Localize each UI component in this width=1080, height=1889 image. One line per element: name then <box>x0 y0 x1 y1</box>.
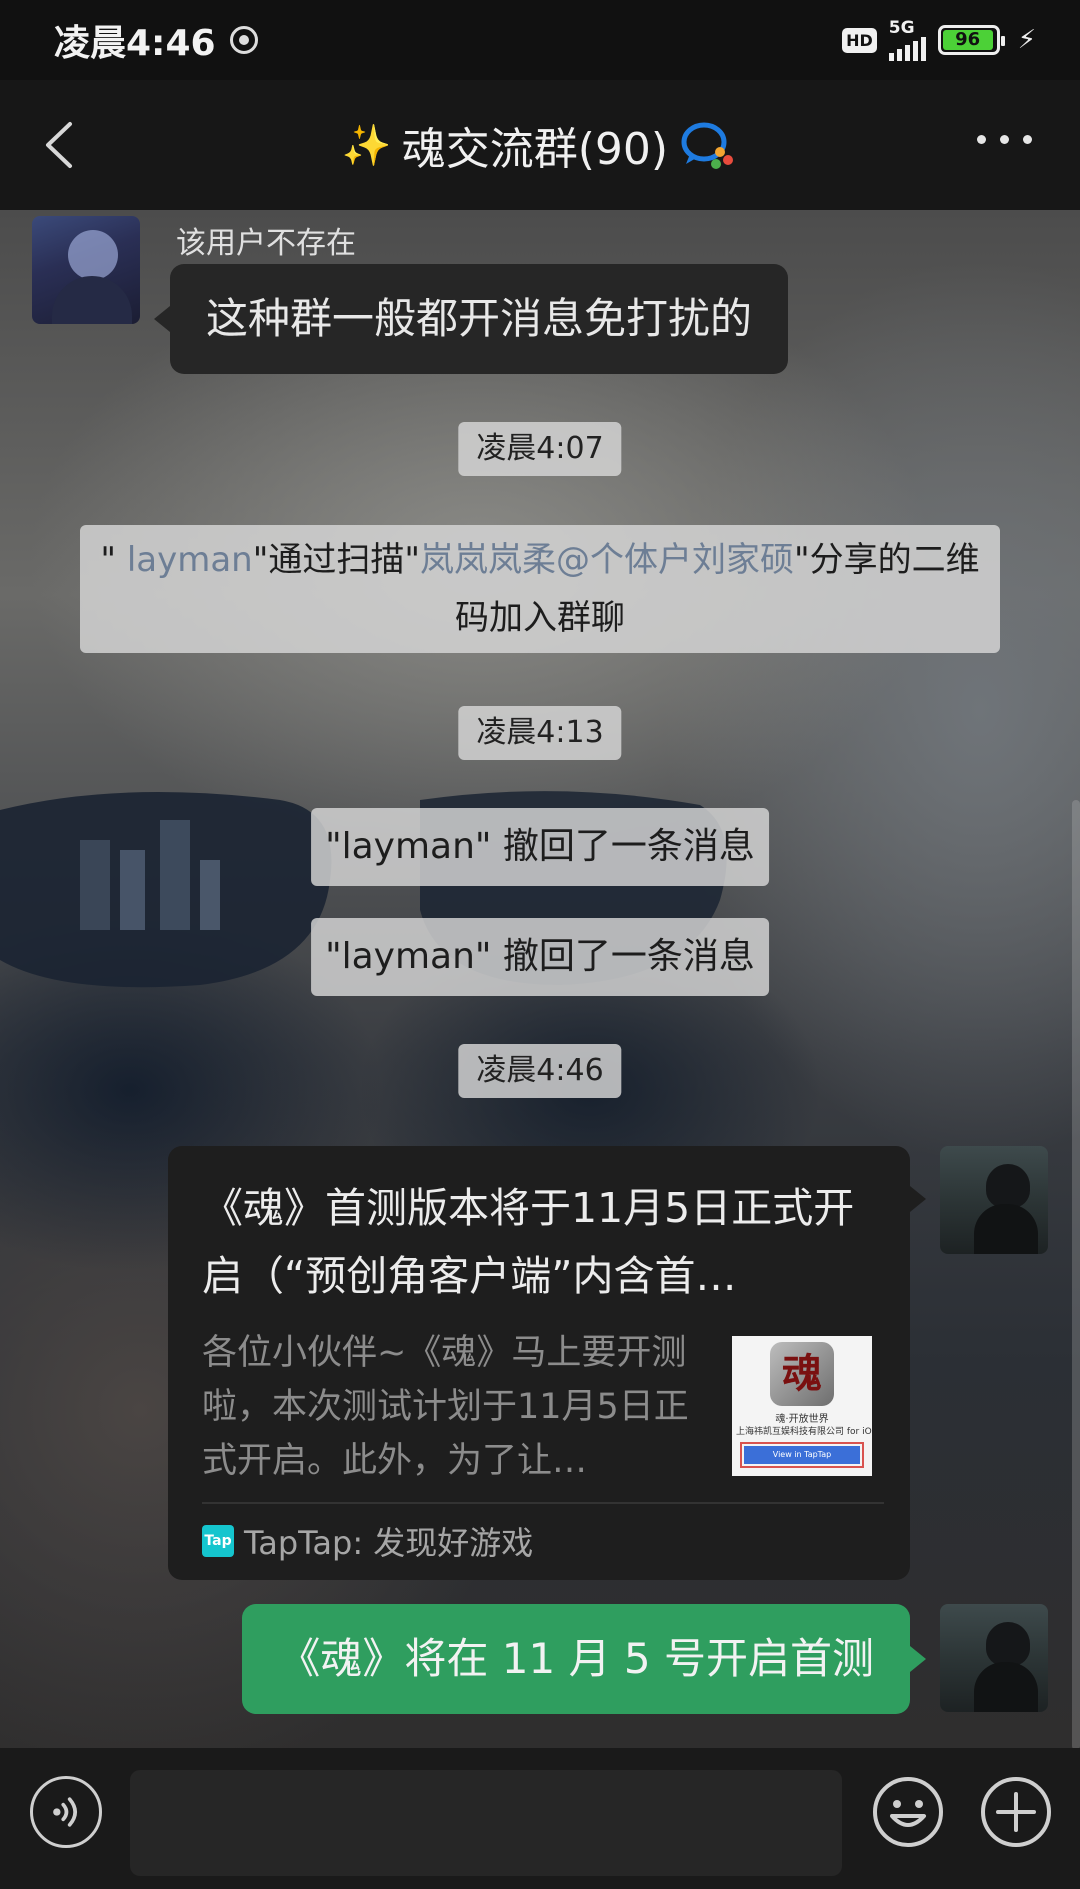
status-icons: HD 5G 96 ⚡ <box>842 17 1036 61</box>
recall-notice: "layman" 撤回了一条消息 <box>311 918 769 996</box>
chat-area[interactable]: 该用户不存在 这种群一般都开消息免打扰的 凌晨4:07 " layman"通过扫… <box>0 210 1080 1748</box>
emoji-icon[interactable] <box>872 1776 944 1848</box>
thumb-taptap-button: View in TapTap <box>740 1442 864 1468</box>
sender-avatar[interactable] <box>32 216 140 324</box>
scrollbar[interactable] <box>1072 800 1080 1748</box>
battery-level: 96 <box>942 30 993 50</box>
taptap-icon: Tap <box>202 1525 234 1557</box>
outgoing-message[interactable]: 《魂》将在 11 月 5 号开启首测 <box>242 1604 926 1714</box>
timestamp: 凌晨4:13 <box>458 706 622 760</box>
card-source: Tap TapTap: 发现好游戏 <box>202 1518 533 1564</box>
card-title: 《魂》首测版本将于11月5日正式开启（“预创角客户端”内含首… <box>202 1184 855 1300</box>
sharer-link[interactable]: 岚岚岚柔@个体户刘家硕 <box>420 540 794 580</box>
card-description: 各位小伙伴~《魂》马上要开测啦，本次测试计划于11月5日正式开启。此外，为了让… <box>202 1333 689 1481</box>
charging-icon: ⚡ <box>1017 25 1036 55</box>
back-arrow-icon[interactable] <box>34 118 88 172</box>
timestamp: 凌晨4:07 <box>458 422 622 476</box>
group-chat-icon <box>681 122 734 169</box>
thumb-game-name: 魂·开放世界 <box>775 1414 829 1425</box>
sender-name: 该用户不存在 <box>176 226 356 261</box>
my-avatar[interactable] <box>940 1604 1048 1712</box>
card-body: 各位小伙伴~《魂》马上要开测啦，本次测试计划于11月5日正式开启。此外，为了让…… <box>202 1326 880 1488</box>
signal-bars <box>888 36 926 61</box>
message-input[interactable] <box>130 1770 842 1876</box>
input-bar <box>0 1748 1080 1889</box>
status-bar: 凌晨4:46 HD 5G 96 ⚡ <box>0 0 1080 80</box>
card-source-label: TapTap: 发现好游戏 <box>244 1524 534 1562</box>
network-type: 5G <box>888 17 915 38</box>
plus-icon[interactable] <box>980 1776 1052 1848</box>
thumb-company: 上海祎凯互娱科技有限公司 for iOS <box>736 1427 872 1437</box>
my-avatar[interactable] <box>940 1146 1048 1254</box>
card-divider <box>202 1502 884 1504</box>
chat-header: ✨ 魂交流群(90) <box>0 80 1080 210</box>
battery-icon: 96 <box>937 25 1005 55</box>
system-join-notice: " layman"通过扫描"岚岚岚柔@个体户刘家硕"分享的二维码加入群聊 <box>80 525 1000 653</box>
chat-title: ✨ 魂交流群(90) <box>342 113 738 177</box>
sync-icon <box>229 26 258 54</box>
incoming-message[interactable]: 这种群一般都开消息免打扰的 <box>153 264 789 374</box>
voice-icon[interactable] <box>30 1776 102 1848</box>
recall-notice: "layman" 撤回了一条消息 <box>311 808 769 886</box>
user-link[interactable]: layman <box>127 540 253 580</box>
signal-icon: 5G <box>888 17 926 61</box>
status-time: 凌晨4:46 <box>54 23 216 64</box>
timestamp: 凌晨4:46 <box>458 1044 622 1098</box>
group-name: 魂交流群(90) <box>401 124 669 175</box>
shared-link-card[interactable]: 《魂》首测版本将于11月5日正式开启（“预创角客户端”内含首… 各位小伙伴~《魂… <box>168 1146 926 1580</box>
hd-icon: HD <box>842 27 877 53</box>
more-options-icon[interactable] <box>977 135 1032 144</box>
sparkle-emoji: ✨ <box>341 122 392 169</box>
card-thumbnail: 魂 魂·开放世界 上海祎凯互娱科技有限公司 for iOS View in Ta… <box>732 1336 872 1476</box>
game-logo: 魂 <box>770 1342 834 1406</box>
